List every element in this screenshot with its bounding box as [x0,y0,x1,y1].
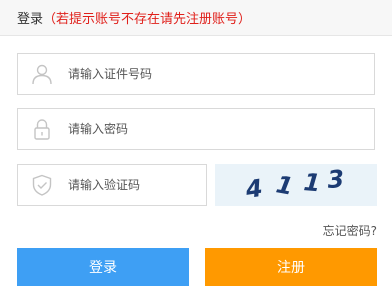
password-input[interactable] [68,118,364,140]
captcha-text: 4113 [243,165,345,204]
dialog-header: 登录（若提示账号不存在请先注册账号） [0,0,392,36]
register-hint: （若提示账号不存在请先注册账号） [43,12,252,27]
shield-icon [32,174,52,196]
user-icon [32,64,52,85]
id-number-field[interactable] [17,53,375,95]
captcha-char-2: 1 [274,170,295,200]
captcha-char-3: 1 [302,168,321,197]
login-dialog: 登录（若提示账号不存在请先注册账号） 4113 忘记密码 [0,0,392,297]
id-number-input[interactable] [68,63,364,85]
forgot-password-link[interactable]: 忘记密码? [323,222,377,239]
captcha-char-1: 4 [243,174,264,204]
register-button[interactable]: 注册 [205,248,377,286]
captcha-chars: 4113 [243,165,345,204]
password-field[interactable] [17,108,375,150]
dialog-title: 登录（若提示账号不存在请先注册账号） [17,8,251,27]
captcha-input[interactable] [68,174,196,196]
lock-icon [34,119,50,140]
captcha-image[interactable]: 4113 [215,164,377,206]
captcha-char-4: 3 [326,165,345,194]
captcha-field[interactable] [17,164,207,206]
title-text: 登录 [17,12,44,27]
login-button[interactable]: 登录 [17,248,189,286]
